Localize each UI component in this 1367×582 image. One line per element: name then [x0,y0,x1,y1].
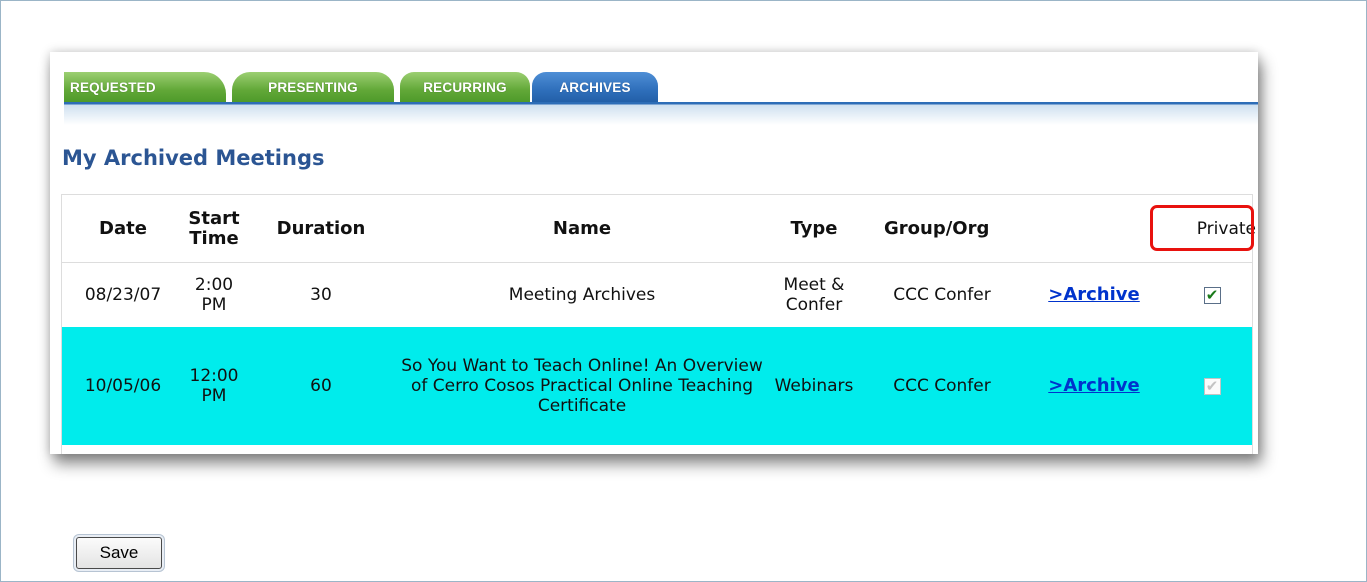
table-row: 10/05/06 12:00 PM 60 So You Want to Teac… [62,327,1252,445]
private-checkbox-disabled: ✔ [1203,376,1221,395]
tab-bar-underline [64,102,1258,125]
header-start-time: Start Time [188,207,240,249]
header-duration: Duration [276,217,366,239]
table-row: 08/23/07 2:00 PM 30 Meeting Archives Mee… [62,263,1252,327]
header-name: Name [552,217,612,239]
cell-duration: 60 [310,376,332,396]
cell-type: Meet & Confer [783,275,845,315]
archive-link-cell: >Archive [1024,327,1164,445]
header-type: Type [790,217,838,239]
cell-group-org: CCC Confer [893,376,991,396]
cell-name: So You Want to Teach Online! An Overview… [401,356,763,416]
check-icon: ✔ [1205,285,1219,304]
meetings-panel: REQUESTED PRESENTING RECURRING ARCHIVES … [50,52,1258,454]
cell-date: 10/05/06 [84,376,162,396]
private-cell: ✔ [1164,263,1258,327]
archived-meetings-table: Date Start Time Duration Name Type Group… [61,194,1256,454]
cell-start-time: 12:00 PM [189,366,239,406]
cell-group-org: CCC Confer [893,285,991,305]
private-cell: ✔ [1164,327,1258,445]
cell-duration: 30 [310,285,332,305]
page-title: My Archived Meetings [62,146,325,170]
tab-presenting[interactable]: PRESENTING [232,72,394,102]
archive-link-cell: >Archive [1024,263,1164,327]
archive-link[interactable]: >Archive [1048,376,1140,396]
private-callout-box [1150,205,1254,251]
check-icon: ✔ [1205,376,1219,395]
cell-type: Webinars [774,376,854,396]
table-header-row: Date Start Time Duration Name Type Group… [62,195,1256,263]
private-checkbox[interactable]: ✔ [1203,285,1221,304]
cell-name: Meeting Archives [508,285,656,305]
header-date: Date [99,217,147,239]
tab-archives[interactable]: ARCHIVES [532,72,658,102]
save-button[interactable]: Save [76,537,162,569]
cell-start-time: 2:00 PM [194,275,234,315]
cell-date: 08/23/07 [84,285,162,305]
archive-link[interactable]: >Archive [1048,285,1140,305]
tab-requested[interactable]: REQUESTED [64,72,226,102]
tab-recurring[interactable]: RECURRING [400,72,530,102]
header-group-org: Group/Org [884,217,990,239]
